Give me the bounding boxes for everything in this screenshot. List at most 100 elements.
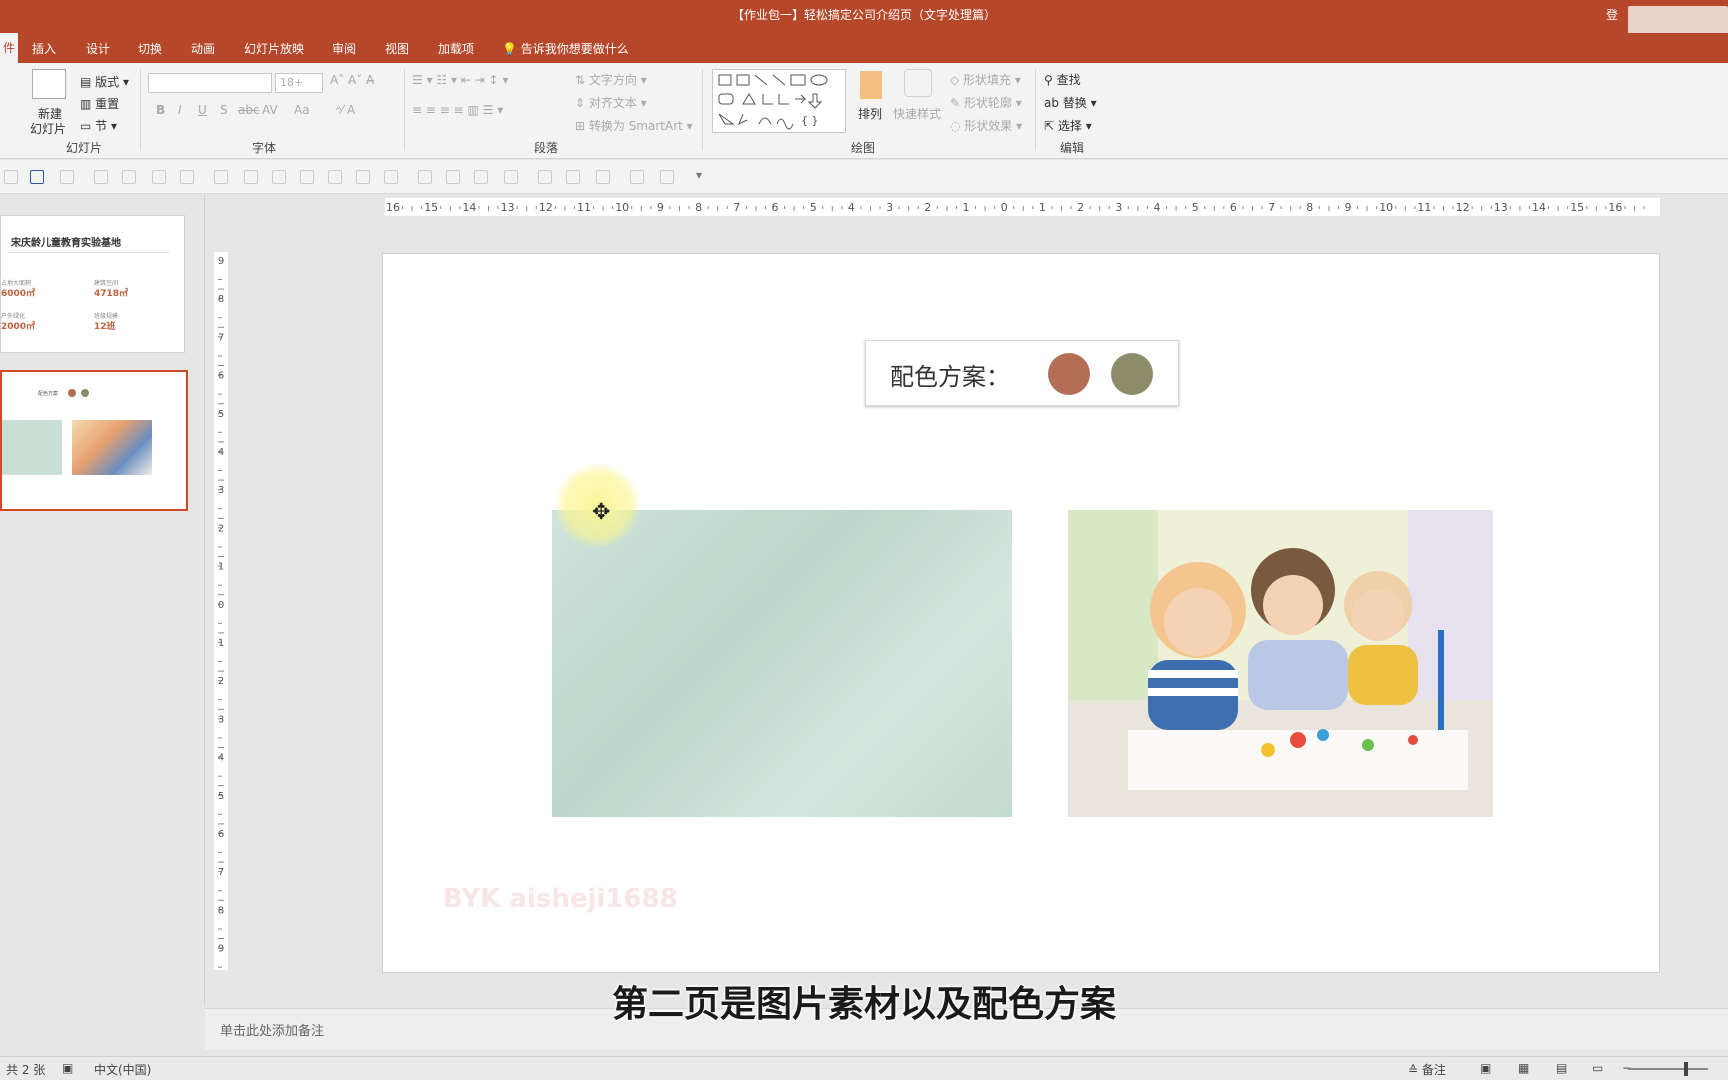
tab-addins[interactable]: 加载项 [438, 40, 474, 57]
grow-font-icon[interactable]: A˄ A˅ A̶ [330, 73, 374, 87]
quick-styles-icon[interactable] [904, 69, 932, 97]
merge-shapes-icon[interactable] [596, 170, 610, 184]
slideshow-icon[interactable]: ▭ [1592, 1061, 1603, 1075]
select-button[interactable]: ⇱ 选择 ▾ [1044, 117, 1092, 134]
thumb1-divider [9, 252, 169, 253]
tab-file[interactable]: 件 [0, 33, 18, 63]
arrange-button[interactable]: 排列 [858, 105, 882, 122]
normal-view-icon[interactable]: ▣ [1480, 1061, 1491, 1075]
color-scheme-label: 配色方案： [890, 363, 1010, 391]
shape-effects-button[interactable]: ◌ 形状效果 ▾ [950, 117, 1022, 134]
zoom-slider[interactable] [1628, 1068, 1708, 1070]
distribute-icon[interactable] [418, 170, 432, 184]
align-icon[interactable] [244, 170, 258, 184]
char-spacing-button[interactable]: AV [262, 103, 278, 117]
ruler-tick-label: 14 [462, 201, 476, 214]
align-icon[interactable] [300, 170, 314, 184]
shapes-icon: { } [718, 74, 828, 130]
tab-transitions[interactable]: 切换 [138, 40, 162, 57]
ruler-tick-label: 10 [615, 201, 629, 214]
ruler-tick-label: 5 [218, 409, 224, 420]
rotate-icon[interactable] [660, 170, 674, 184]
group-icon[interactable] [504, 170, 518, 184]
font-color-icon[interactable]: ᴬ⁄ A [336, 103, 355, 117]
shape-outline-button[interactable]: ✎ 形状轮廓 ▾ [950, 94, 1022, 111]
ruler-tick-label: 0 [1001, 201, 1008, 214]
ruler-tick-label: 15 [424, 201, 438, 214]
ruler-tick-label: 4 [848, 201, 855, 214]
tab-design[interactable]: 设计 [86, 40, 110, 57]
children-photo[interactable] [1068, 510, 1493, 817]
color-scheme-box[interactable]: 配色方案： [865, 340, 1179, 406]
tab-view[interactable]: 视图 [385, 40, 409, 57]
ribbon-divider [1035, 69, 1036, 151]
bullets-icon[interactable]: ☰ ▾ ☷ ▾ ⇤ ⇥ ↕ ▾ [412, 73, 508, 87]
login-link[interactable]: 登 [1606, 0, 1618, 30]
spellcheck-icon[interactable]: ▣ [62, 1061, 73, 1075]
title-bar: 【作业包一】轻松搞定公司介绍页（文字处理篇） [0, 0, 1728, 33]
undo-icon[interactable] [60, 170, 74, 184]
color-swatch-terracotta[interactable] [1048, 353, 1090, 395]
crop-icon[interactable] [630, 170, 644, 184]
underline-button[interactable]: U [198, 103, 207, 117]
smartart-button[interactable]: ⊞ 转换为 SmartArt ▾ [575, 117, 693, 134]
shadow-button[interactable]: S [220, 103, 228, 117]
save-icon[interactable] [30, 170, 44, 184]
notes-toggle[interactable]: ≙ 备注 [1408, 1061, 1446, 1078]
ruler-tick-label: 5 [810, 201, 817, 214]
group-icon[interactable] [446, 170, 460, 184]
shapes-icon[interactable] [122, 170, 136, 184]
customize-qat-icon[interactable]: ▾ [696, 168, 702, 182]
textbox-icon[interactable] [94, 170, 108, 184]
align-icons[interactable]: ≡ ≡ ≡ ≡ ▥ ☰ ▾ [412, 103, 503, 117]
align-icon[interactable] [272, 170, 286, 184]
new-slide-label-2[interactable]: 幻灯片 [30, 120, 66, 137]
send-backward-icon[interactable] [566, 170, 580, 184]
thumb2-texture [2, 420, 62, 475]
search-icon: ⚲ [1044, 73, 1057, 87]
arrange-icon[interactable] [860, 71, 882, 99]
replace-button[interactable]: ab 替换 ▾ [1044, 94, 1097, 111]
italic-button[interactable]: I [178, 103, 182, 117]
new-slide-icon[interactable] [32, 69, 66, 99]
align-icon[interactable] [214, 170, 228, 184]
undo-icon[interactable] [4, 170, 18, 184]
slide-thumbnail-2[interactable]: 配色方案 [0, 370, 188, 511]
texture-image[interactable] [552, 510, 1012, 817]
align-text-button[interactable]: ⇕ 对齐文本 ▾ [575, 94, 647, 111]
quick-styles-button[interactable]: 快速样式 [893, 105, 941, 122]
font-size-field[interactable]: 18+ [275, 73, 323, 93]
zoom-slider-thumb[interactable] [1684, 1062, 1688, 1076]
ruler-tick-label: 7 [733, 201, 740, 214]
align-icon[interactable] [384, 170, 398, 184]
color-swatch-olive[interactable] [1111, 353, 1153, 395]
text-direction-button[interactable]: ⇅ 文字方向 ▾ [575, 71, 647, 88]
font-name-field[interactable] [148, 73, 272, 93]
slide-sorter-icon[interactable]: ▦ [1518, 1061, 1529, 1075]
tab-review[interactable]: 审阅 [332, 40, 356, 57]
strikethrough-button[interactable]: abc [238, 103, 260, 117]
tab-insert[interactable]: 插入 [32, 40, 56, 57]
bold-button[interactable]: B [156, 103, 165, 117]
reading-view-icon[interactable]: ▤ [1556, 1061, 1567, 1075]
align-icon[interactable] [328, 170, 342, 184]
shape-fill-button[interactable]: ◇ 形状填充 ▾ [950, 71, 1021, 88]
shapes-gallery[interactable]: { } [712, 69, 846, 133]
ruler-tick-label: 16 [386, 201, 400, 214]
language-indicator[interactable]: 中文(中国) [94, 1061, 151, 1078]
layout-button[interactable]: ▤ 版式 ▾ [80, 73, 129, 90]
group-icon[interactable] [474, 170, 488, 184]
tab-animations[interactable]: 动画 [191, 40, 215, 57]
bring-forward-icon[interactable] [538, 170, 552, 184]
find-button[interactable]: ⚲ 查找 [1044, 71, 1081, 88]
slide-thumbnail-1[interactable]: 宋庆龄儿童教育实验基地 占地大面积 6000㎡ 建筑空间 4718㎡ 户外绿化 … [0, 215, 185, 353]
star-icon[interactable] [180, 170, 194, 184]
section-button[interactable]: ▭ 节 ▾ [80, 117, 117, 134]
tell-me-box[interactable]: 💡 告诉我你想要做什么 [502, 40, 629, 57]
reset-button[interactable]: ▥ 重置 [80, 95, 119, 112]
star-icon[interactable] [152, 170, 166, 184]
tab-slideshow[interactable]: 幻灯片放映 [244, 40, 304, 57]
align-icon[interactable] [356, 170, 370, 184]
slide-canvas[interactable]: 配色方案： BYK aisheji1688 [382, 253, 1660, 973]
change-case-button[interactable]: Aa [294, 103, 310, 117]
